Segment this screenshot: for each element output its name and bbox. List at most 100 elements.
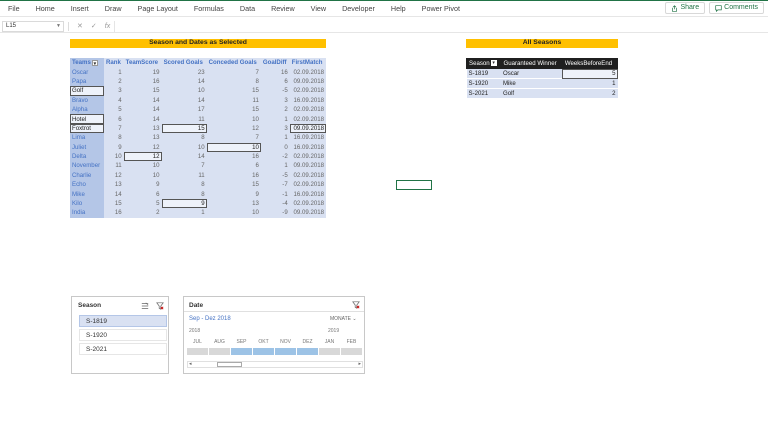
- active-cell[interactable]: [396, 180, 432, 190]
- cell[interactable]: 9: [206, 189, 261, 199]
- cell[interactable]: 9: [104, 142, 124, 152]
- timeline-month-jul[interactable]: [187, 348, 208, 355]
- cell[interactable]: -2: [260, 151, 290, 162]
- cell[interactable]: 7: [206, 67, 261, 77]
- timeline-month-nov[interactable]: [275, 348, 296, 355]
- cell[interactable]: 12: [104, 170, 124, 181]
- timeline-month-aug[interactable]: [209, 348, 230, 355]
- cell[interactable]: 10: [206, 114, 261, 124]
- timeline-month-okt[interactable]: [253, 348, 274, 355]
- tab-file[interactable]: File: [0, 0, 28, 17]
- tab-draw[interactable]: Draw: [97, 0, 130, 17]
- tab-data[interactable]: Data: [232, 0, 263, 17]
- cell[interactable]: 13: [206, 198, 261, 209]
- cell[interactable]: 16: [260, 67, 290, 77]
- cell[interactable]: 8: [161, 189, 207, 199]
- cell[interactable]: 16.09.2018: [289, 189, 326, 199]
- cell[interactable]: 02.09.2018: [289, 198, 326, 209]
- cell[interactable]: S-1819: [466, 68, 501, 79]
- cell[interactable]: 2: [260, 104, 290, 115]
- scroll-right-icon[interactable]: ▸: [358, 361, 361, 367]
- cell[interactable]: 6: [260, 76, 290, 87]
- cell-team[interactable]: Bravo: [70, 95, 104, 105]
- cell[interactable]: 02.09.2018: [289, 104, 326, 115]
- cell[interactable]: 8: [161, 180, 207, 190]
- cell[interactable]: 5: [562, 68, 618, 79]
- timeline-month-jan[interactable]: [319, 348, 340, 355]
- cell[interactable]: 16: [104, 208, 124, 218]
- cell[interactable]: 11: [161, 170, 207, 181]
- cell[interactable]: S-1920: [466, 78, 501, 89]
- cell[interactable]: 15: [206, 86, 261, 96]
- cell-team[interactable]: Foxtrot: [70, 123, 104, 134]
- cell[interactable]: -7: [260, 180, 290, 190]
- formula-input[interactable]: [114, 20, 768, 32]
- cell[interactable]: 14: [123, 104, 162, 115]
- cell[interactable]: 14: [123, 114, 162, 124]
- cell[interactable]: 10: [206, 208, 261, 218]
- cell[interactable]: 15: [123, 86, 162, 96]
- cell[interactable]: 1: [260, 161, 290, 171]
- cell[interactable]: 8: [104, 133, 124, 143]
- cell[interactable]: 7: [104, 123, 124, 134]
- column-header-season[interactable]: Season ▾: [465, 58, 502, 69]
- cell-team[interactable]: November: [70, 161, 104, 171]
- cell[interactable]: 9: [161, 198, 207, 209]
- chevron-down-icon[interactable]: ▼: [56, 22, 61, 31]
- cell-team[interactable]: Kilo: [70, 198, 104, 209]
- cell[interactable]: 1: [104, 67, 124, 77]
- cell[interactable]: 2: [562, 88, 618, 99]
- cell[interactable]: 16.09.2018: [289, 142, 326, 152]
- cell[interactable]: 23: [161, 67, 207, 77]
- cell[interactable]: 16.09.2018: [289, 95, 326, 105]
- cell[interactable]: 09.09.2018: [289, 208, 326, 218]
- cell[interactable]: 6: [206, 161, 261, 171]
- cell[interactable]: 02.09.2018: [289, 114, 326, 124]
- cell[interactable]: 14: [161, 76, 207, 87]
- cancel-icon[interactable]: ✕: [77, 22, 83, 30]
- cell[interactable]: 6: [104, 114, 124, 124]
- clear-filter-icon[interactable]: [156, 302, 164, 310]
- cell[interactable]: -4: [260, 198, 290, 209]
- cell-team[interactable]: Juliet: [70, 142, 104, 152]
- cell[interactable]: 13: [123, 133, 162, 143]
- cell[interactable]: 17: [161, 104, 207, 115]
- cell-team[interactable]: Echo: [70, 180, 104, 190]
- slicer-item-s-2021[interactable]: S-2021: [79, 343, 167, 355]
- cell[interactable]: 16: [206, 170, 261, 181]
- cell[interactable]: -1: [260, 189, 290, 199]
- cell[interactable]: 3: [260, 123, 290, 134]
- cell[interactable]: S-2021: [466, 88, 501, 99]
- cell[interactable]: 14: [161, 95, 207, 105]
- cell[interactable]: 2: [104, 76, 124, 87]
- slicer-item-s-1920[interactable]: S-1920: [79, 329, 167, 341]
- cell[interactable]: 10: [123, 170, 162, 181]
- cell[interactable]: 6: [123, 189, 162, 199]
- cell-team[interactable]: India: [70, 208, 104, 218]
- cell[interactable]: 15: [161, 123, 207, 134]
- cell[interactable]: 1: [161, 208, 207, 218]
- cell-team[interactable]: Golf: [70, 86, 104, 96]
- cell[interactable]: 02.09.2018: [289, 151, 326, 162]
- slicer-item-s-1819[interactable]: S-1819: [79, 315, 167, 327]
- cell[interactable]: 1: [562, 78, 618, 89]
- cell[interactable]: 8: [206, 76, 261, 87]
- cell[interactable]: -5: [260, 86, 290, 96]
- cell-team[interactable]: Hotel: [70, 114, 104, 124]
- cell[interactable]: 14: [104, 189, 124, 199]
- tab-review[interactable]: Review: [263, 0, 303, 17]
- tab-power-pivot[interactable]: Power Pivot: [414, 0, 468, 17]
- cell[interactable]: 02.09.2018: [289, 180, 326, 190]
- enter-icon[interactable]: ✓: [91, 22, 97, 30]
- cell[interactable]: 1: [260, 114, 290, 124]
- timeline-month-feb[interactable]: [341, 348, 362, 355]
- scroll-left-icon[interactable]: ◂: [189, 361, 192, 367]
- cell[interactable]: 10: [161, 86, 207, 96]
- cell[interactable]: 7: [161, 161, 207, 171]
- cell[interactable]: 12: [123, 142, 162, 152]
- cell[interactable]: 19: [123, 67, 162, 77]
- cell[interactable]: 11: [206, 95, 261, 105]
- cell[interactable]: 8: [161, 133, 207, 143]
- name-box[interactable]: L15 ▼: [2, 20, 64, 32]
- filter-dropdown-icon[interactable]: ▾: [91, 59, 98, 67]
